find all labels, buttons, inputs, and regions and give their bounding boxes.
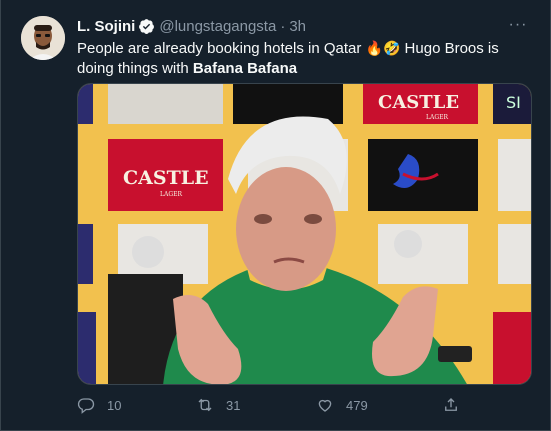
reply-count: 10 <box>107 397 122 413</box>
tweet-text: People are already booking hotels in Qat… <box>77 38 517 79</box>
reply-button[interactable]: 10 <box>77 396 121 414</box>
share-button[interactable] <box>442 396 472 414</box>
backdrop-brand-2: CASTLE <box>123 167 209 189</box>
tweet-timestamp[interactable]: 3h <box>289 18 306 35</box>
retweet-count: 31 <box>226 397 241 413</box>
separator-dot: · <box>280 17 286 35</box>
like-count: 479 <box>346 397 368 413</box>
tweet-card[interactable]: L. Sojini @lungstagangsta · 3h ··· Peopl… <box>0 0 551 431</box>
reply-icon <box>77 398 95 414</box>
like-icon <box>318 399 332 412</box>
more-options-icon[interactable]: ··· <box>506 16 530 36</box>
retweet-icon <box>198 398 212 412</box>
tweet-text-part1: People are already booking hotels in Qat… <box>77 40 366 57</box>
author-name[interactable]: L. Sojini <box>77 18 135 35</box>
share-icon <box>445 398 457 411</box>
tweet-bold-text: Bafana Bafana <box>192 60 298 77</box>
tweet-header: L. Sojini @lungstagangsta · 3h <box>77 17 306 35</box>
fire-laugh-emoji: 🔥🤣 <box>365 40 401 56</box>
author-handle[interactable]: @lungstagangsta <box>159 18 276 35</box>
press-conference-photo: CASTLE LAGER CASTLE LAGER SI <box>78 84 531 384</box>
backdrop-brand-3: SI <box>506 93 521 112</box>
like-button[interactable]: 479 <box>316 396 368 414</box>
backdrop-brand-2-sub: LAGER <box>160 191 182 198</box>
retweet-button[interactable]: 31 <box>196 396 240 414</box>
avatar-image <box>21 16 65 60</box>
author-avatar[interactable] <box>21 16 65 60</box>
backdrop-brand-1-sub: LAGER <box>426 114 448 121</box>
tweet-media-photo[interactable]: CASTLE LAGER CASTLE LAGER SI <box>77 83 532 385</box>
verified-badge-icon <box>138 18 155 35</box>
backdrop-brand-1: CASTLE <box>378 92 459 113</box>
tweet-actions: 10 31 479 <box>77 396 497 418</box>
